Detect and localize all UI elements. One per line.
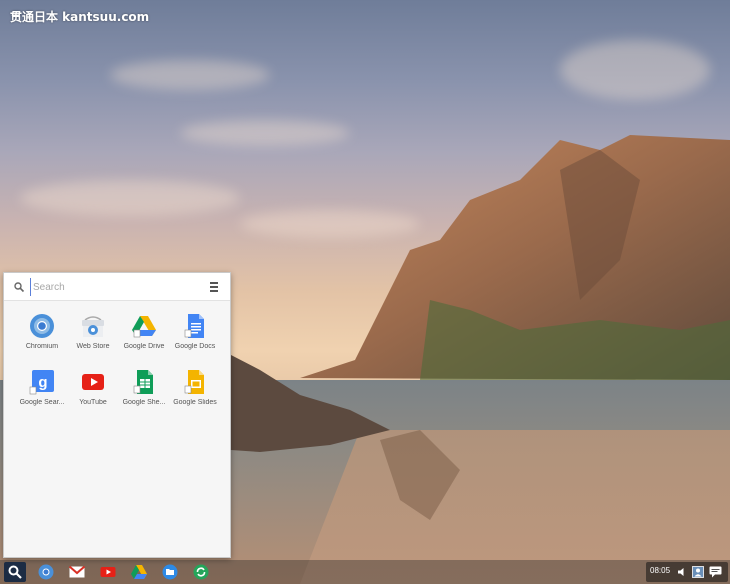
google-sheets-icon xyxy=(133,370,153,394)
google-search-icon: g xyxy=(29,370,54,395)
volume-icon xyxy=(678,568,684,576)
app-tile-google-sheets[interactable]: Google She... xyxy=(118,369,170,419)
app-label: Google Slides xyxy=(173,399,217,406)
app-label: Web Store xyxy=(76,343,110,350)
shelf-gmail-button[interactable] xyxy=(66,562,88,582)
user-account-icon xyxy=(692,566,704,578)
app-label: Google Sear... xyxy=(19,399,65,406)
shelf-sync-button[interactable] xyxy=(190,562,212,582)
app-label: Chromium xyxy=(25,343,59,350)
search-bar xyxy=(4,273,230,301)
app-launcher: Chromium Web Store Google Drive xyxy=(3,272,231,558)
shelf: 08:05 xyxy=(0,560,730,584)
google-drive-icon xyxy=(131,565,147,579)
google-drive-icon xyxy=(132,316,156,338)
svg-text:g: g xyxy=(38,374,47,391)
watermark-text: 贯通日本 kantsuu.com xyxy=(10,10,150,24)
chromium-icon xyxy=(30,314,54,338)
app-label: YouTube xyxy=(79,399,107,406)
notification-icon xyxy=(709,566,722,578)
gmail-icon xyxy=(69,565,85,578)
google-slides-icon xyxy=(184,370,204,394)
app-tile-google-docs[interactable]: Google Docs xyxy=(169,313,221,363)
app-tile-google-drive[interactable]: Google Drive xyxy=(118,313,170,363)
sync-icon xyxy=(193,564,209,580)
app-tile-web-store[interactable]: Web Store xyxy=(67,313,119,363)
shelf-launcher-button[interactable] xyxy=(4,562,26,582)
clock: 08:05 xyxy=(650,566,671,575)
launcher-search-icon xyxy=(8,565,22,579)
app-tile-youtube[interactable]: YouTube xyxy=(67,369,119,419)
app-tile-google-slides[interactable]: Google Slides xyxy=(169,369,221,419)
youtube-icon xyxy=(100,567,116,577)
shelf-chromium-button[interactable] xyxy=(35,562,57,582)
search-input[interactable] xyxy=(30,278,195,296)
app-label: Google Drive xyxy=(123,343,165,350)
status-tray[interactable]: 08:05 xyxy=(646,562,728,582)
app-label: Google Docs xyxy=(174,343,216,350)
shelf-google-drive-button[interactable] xyxy=(128,562,150,582)
shelf-youtube-button[interactable] xyxy=(97,562,119,582)
youtube-icon xyxy=(82,374,104,390)
files-icon xyxy=(162,564,178,580)
chromium-icon xyxy=(38,564,54,580)
google-docs-icon xyxy=(184,314,204,338)
app-tile-chromium[interactable]: Chromium xyxy=(16,313,68,363)
search-icon xyxy=(14,282,25,293)
menu-icon[interactable] xyxy=(208,280,220,294)
app-label: Google She... xyxy=(122,399,166,406)
app-tile-google-search[interactable]: g Google Sear... xyxy=(16,369,68,419)
shelf-files-button[interactable] xyxy=(159,562,181,582)
web-store-icon xyxy=(82,316,104,337)
